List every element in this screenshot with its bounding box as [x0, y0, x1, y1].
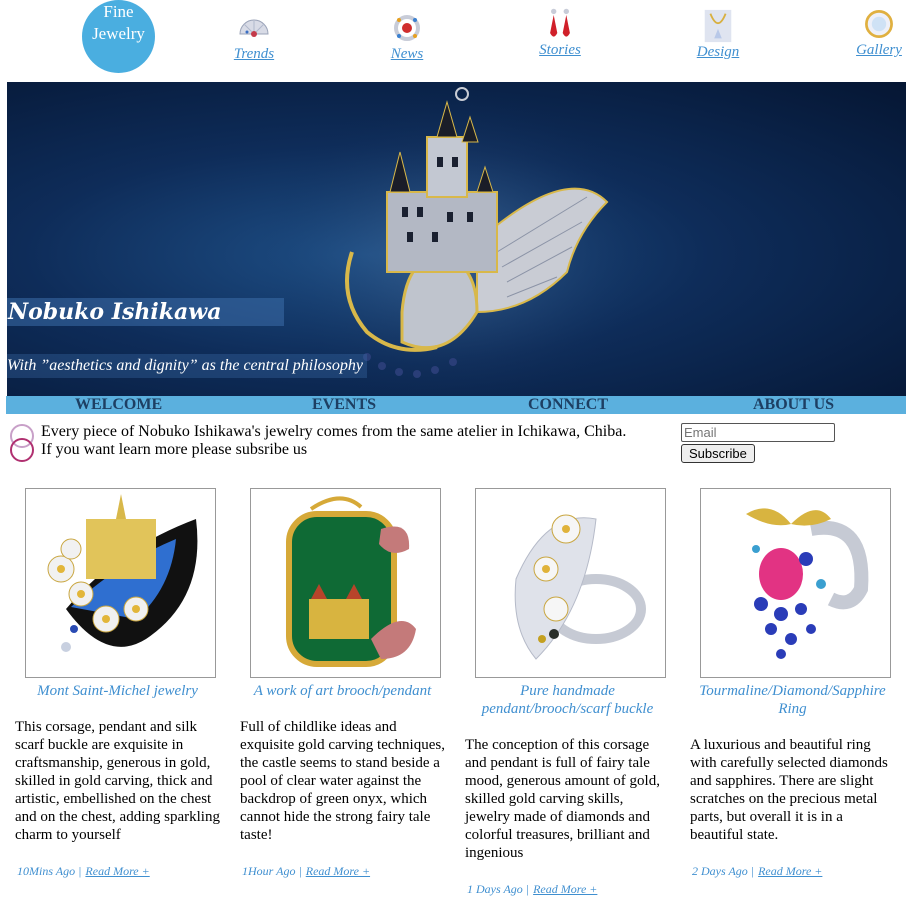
product-caption[interactable]: Mont Saint-Michel jewelry	[15, 682, 220, 700]
ring-icon	[394, 15, 420, 41]
intro-line-1: Every piece of Nobuko Ishikawa's jewelry…	[41, 423, 627, 440]
castle-swan-brooch-image	[257, 87, 657, 396]
product-card: A work of art brooch/pendant Full of chi…	[240, 488, 445, 879]
menu-about-us[interactable]: ABOUT US	[753, 396, 834, 414]
nav-link-news[interactable]: News	[362, 46, 452, 63]
product-card: Mont Saint-Michel jewelry This corsage, …	[15, 488, 220, 879]
product-image-frame[interactable]	[250, 488, 441, 678]
hero-subtitle: With ”aesthetics and dignity” as the cen…	[7, 354, 367, 378]
necklace-icon	[704, 9, 732, 43]
intro-text: Every piece of Nobuko Ishikawa's jewelry…	[41, 423, 626, 459]
nav-item-design[interactable]: Design	[673, 8, 763, 61]
main-menu-bar: WELCOME EVENTS CONNECT ABOUT US	[6, 396, 906, 414]
earrings-icon	[550, 8, 570, 37]
product-description: This corsage, pendant and silk scarf buc…	[15, 719, 220, 843]
product-description: The conception of this corsage and penda…	[465, 737, 660, 861]
read-more-link[interactable]: Read More +	[758, 864, 822, 878]
hero-banner: Nobuko Ishikawa With ”aesthetics and dig…	[7, 82, 906, 396]
bracelet-icon	[10, 424, 34, 462]
product-card: Pure handmade pendant/brooch/scarf buckl…	[465, 488, 670, 897]
tourmaline-sapphire-ring-image	[746, 508, 869, 659]
posted-time: 2 Days Ago |	[692, 864, 755, 878]
fan-earring-icon	[239, 19, 269, 37]
menu-connect[interactable]: CONNECT	[528, 396, 608, 414]
subscribe-button[interactable]: Subscribe	[681, 444, 755, 463]
nav-link-stories[interactable]: Stories	[515, 42, 605, 59]
nav-link-trends[interactable]: Trends	[209, 46, 299, 63]
nav-item-trends[interactable]: Trends	[209, 10, 299, 63]
read-more-link[interactable]: Read More +	[85, 864, 149, 878]
product-image-frame[interactable]	[25, 488, 216, 678]
menu-events[interactable]: EVENTS	[312, 396, 376, 414]
product-image-frame[interactable]	[475, 488, 666, 678]
nav-item-stories[interactable]: Stories	[515, 6, 605, 59]
read-more-link[interactable]: Read More +	[533, 882, 597, 896]
pendant-icon	[865, 10, 893, 38]
hero-title: Nobuko Ishikawa	[7, 298, 284, 326]
product-image-frame[interactable]	[700, 488, 891, 678]
product-meta: 2 Days Ago | Read More +	[690, 864, 895, 879]
intro-line-2: If you want learn more please subsribe u…	[41, 441, 308, 458]
product-meta: 1Hour Ago | Read More +	[240, 864, 445, 879]
nav-link-design[interactable]: Design	[673, 44, 763, 61]
posted-time: 1 Days Ago |	[467, 882, 530, 896]
nav-link-gallery[interactable]: Gallery	[834, 42, 915, 59]
product-caption[interactable]: Tourmaline/Diamond/Sapphire Ring	[690, 682, 895, 718]
read-more-link[interactable]: Read More +	[306, 864, 370, 878]
product-caption[interactable]: A work of art brooch/pendant	[240, 682, 445, 700]
product-caption[interactable]: Pure handmade pendant/brooch/scarf buckl…	[465, 682, 670, 718]
green-onyx-castle-brooch-image	[286, 496, 416, 667]
posted-time: 10Mins Ago |	[17, 864, 82, 878]
flower-ring-image	[514, 514, 646, 660]
logo-line-2: Jewelry	[92, 24, 145, 43]
product-meta: 10Mins Ago | Read More +	[15, 864, 220, 879]
logo-line-1: Fine	[103, 2, 134, 21]
nav-item-gallery[interactable]: Gallery	[834, 6, 915, 59]
site-logo[interactable]: Fine Jewelry	[82, 0, 155, 73]
product-description: A luxurious and beautiful ring with care…	[690, 737, 888, 843]
product-meta: 1 Days Ago | Read More +	[465, 882, 670, 897]
mont-saint-michel-brooch-image	[47, 494, 198, 652]
posted-time: 1Hour Ago |	[242, 864, 302, 878]
nav-item-news[interactable]: News	[362, 10, 452, 63]
product-card: Tourmaline/Diamond/Sapphire Ring A luxur…	[690, 488, 895, 879]
product-description: Full of childlike ideas and exquisite go…	[240, 719, 445, 843]
menu-welcome[interactable]: WELCOME	[75, 396, 162, 414]
email-field[interactable]	[681, 423, 835, 442]
